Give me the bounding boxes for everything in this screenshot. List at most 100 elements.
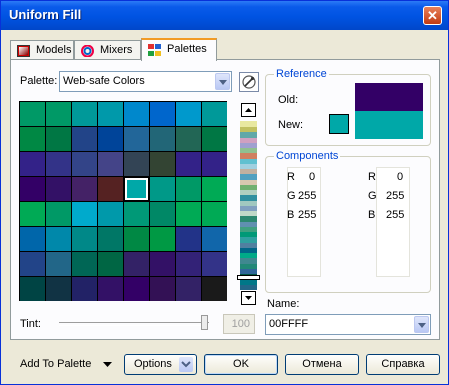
color-swatch[interactable] <box>202 127 227 151</box>
chevron-down-icon[interactable] <box>215 73 230 90</box>
color-swatch[interactable] <box>98 102 123 126</box>
color-swatch[interactable] <box>98 152 123 176</box>
strip-color-swatch[interactable] <box>240 194 257 201</box>
color-swatch[interactable] <box>150 252 175 276</box>
strip-position-marker[interactable] <box>237 275 260 280</box>
strip-color-swatch[interactable] <box>240 241 257 248</box>
color-swatch[interactable] <box>150 102 175 126</box>
color-swatch[interactable] <box>202 102 227 126</box>
color-swatch[interactable] <box>124 202 149 226</box>
color-swatch[interactable] <box>202 152 227 176</box>
color-swatch[interactable] <box>202 202 227 226</box>
color-swatch[interactable] <box>72 277 97 301</box>
color-swatch[interactable] <box>98 252 123 276</box>
color-swatch[interactable] <box>72 177 97 201</box>
strip-color-swatch[interactable] <box>240 189 257 196</box>
color-swatch[interactable] <box>20 227 45 251</box>
color-swatch[interactable] <box>20 127 45 151</box>
new-color-chip[interactable] <box>329 114 349 134</box>
color-swatch[interactable] <box>20 152 45 176</box>
color-swatch[interactable] <box>124 127 149 151</box>
color-swatch[interactable] <box>46 127 71 151</box>
strip-color-swatch[interactable] <box>240 147 257 154</box>
strip-color-swatch[interactable] <box>240 268 257 274</box>
color-swatch[interactable] <box>72 227 97 251</box>
strip-color-swatch[interactable] <box>240 199 257 206</box>
tab-palettes[interactable]: Palettes <box>141 38 217 61</box>
chevron-down-icon[interactable] <box>414 316 429 333</box>
strip-color-swatch[interactable] <box>240 136 257 143</box>
palette-color-strip[interactable] <box>237 121 260 290</box>
strip-color-swatch[interactable] <box>240 142 257 148</box>
color-swatch[interactable] <box>46 252 71 276</box>
color-swatch[interactable] <box>150 177 175 201</box>
tab-mixers[interactable]: Mixers <box>74 40 141 59</box>
color-swatch[interactable] <box>202 177 227 201</box>
color-swatch[interactable] <box>176 152 201 176</box>
open-palette-button[interactable] <box>239 72 259 92</box>
strip-color-swatch[interactable] <box>240 173 257 180</box>
strip-color-swatch[interactable] <box>240 283 257 290</box>
help-button[interactable]: Справка <box>366 354 440 375</box>
strip-color-swatch[interactable] <box>240 152 257 159</box>
color-swatch[interactable] <box>202 227 227 251</box>
palette-select[interactable]: Web-safe Colors <box>59 71 232 92</box>
color-swatch[interactable] <box>150 152 175 176</box>
color-swatch[interactable] <box>124 252 149 276</box>
strip-color-swatch[interactable] <box>240 262 257 269</box>
color-swatch[interactable] <box>46 202 71 226</box>
color-swatch[interactable] <box>124 227 149 251</box>
color-swatch[interactable] <box>20 252 45 276</box>
color-swatch[interactable] <box>124 102 149 126</box>
color-swatch[interactable] <box>124 277 149 301</box>
color-swatch[interactable] <box>202 252 227 276</box>
tint-slider-track[interactable] <box>59 322 209 326</box>
strip-color-swatch[interactable] <box>240 210 257 217</box>
color-swatch[interactable] <box>98 127 123 151</box>
color-swatch[interactable] <box>150 277 175 301</box>
tint-value-field[interactable]: 100 <box>223 314 255 334</box>
color-swatch-grid[interactable] <box>19 101 227 301</box>
color-swatch[interactable] <box>46 102 71 126</box>
color-swatch[interactable] <box>20 102 45 126</box>
strip-color-swatch[interactable] <box>240 231 257 238</box>
color-swatch[interactable] <box>46 152 71 176</box>
color-swatch[interactable] <box>46 227 71 251</box>
color-swatch[interactable] <box>72 102 97 126</box>
color-swatch[interactable] <box>98 277 123 301</box>
color-swatch[interactable] <box>46 277 71 301</box>
color-swatch[interactable] <box>98 227 123 251</box>
close-button[interactable]: ✕ <box>423 6 442 25</box>
strip-color-swatch[interactable] <box>240 121 257 127</box>
color-swatch[interactable] <box>20 202 45 226</box>
strip-color-swatch[interactable] <box>240 236 257 243</box>
title-bar[interactable]: Uniform Fill ✕ <box>1 1 448 30</box>
color-swatch[interactable] <box>176 202 201 226</box>
strip-color-swatch[interactable] <box>240 220 257 227</box>
strip-color-swatch[interactable] <box>240 157 257 164</box>
strip-color-swatch[interactable] <box>240 168 257 175</box>
color-swatch[interactable] <box>72 152 97 176</box>
options-button[interactable]: Options <box>124 354 197 375</box>
cancel-button[interactable]: Отмена <box>285 354 359 375</box>
strip-color-swatch[interactable] <box>240 205 257 211</box>
strip-color-swatch[interactable] <box>240 252 257 259</box>
ok-button[interactable]: OK <box>204 354 278 375</box>
strip-color-swatch[interactable] <box>240 163 257 169</box>
add-to-palette-button[interactable]: Add To Palette <box>17 355 113 375</box>
color-swatch[interactable] <box>150 127 175 151</box>
tint-slider-thumb[interactable] <box>201 315 208 330</box>
strip-color-swatch[interactable] <box>240 226 257 232</box>
color-swatch[interactable] <box>20 177 45 201</box>
color-swatch[interactable] <box>176 277 201 301</box>
color-swatch[interactable] <box>72 252 97 276</box>
strip-scroll-up-button[interactable] <box>241 103 256 117</box>
color-swatch[interactable] <box>124 177 149 201</box>
strip-color-swatch[interactable] <box>240 184 257 190</box>
strip-color-swatch[interactable] <box>240 131 257 138</box>
name-combobox[interactable]: 00FFFF <box>265 314 431 335</box>
color-swatch[interactable] <box>150 227 175 251</box>
color-swatch[interactable] <box>176 252 201 276</box>
strip-color-swatch[interactable] <box>240 126 257 133</box>
strip-scroll-down-button[interactable] <box>241 291 256 305</box>
